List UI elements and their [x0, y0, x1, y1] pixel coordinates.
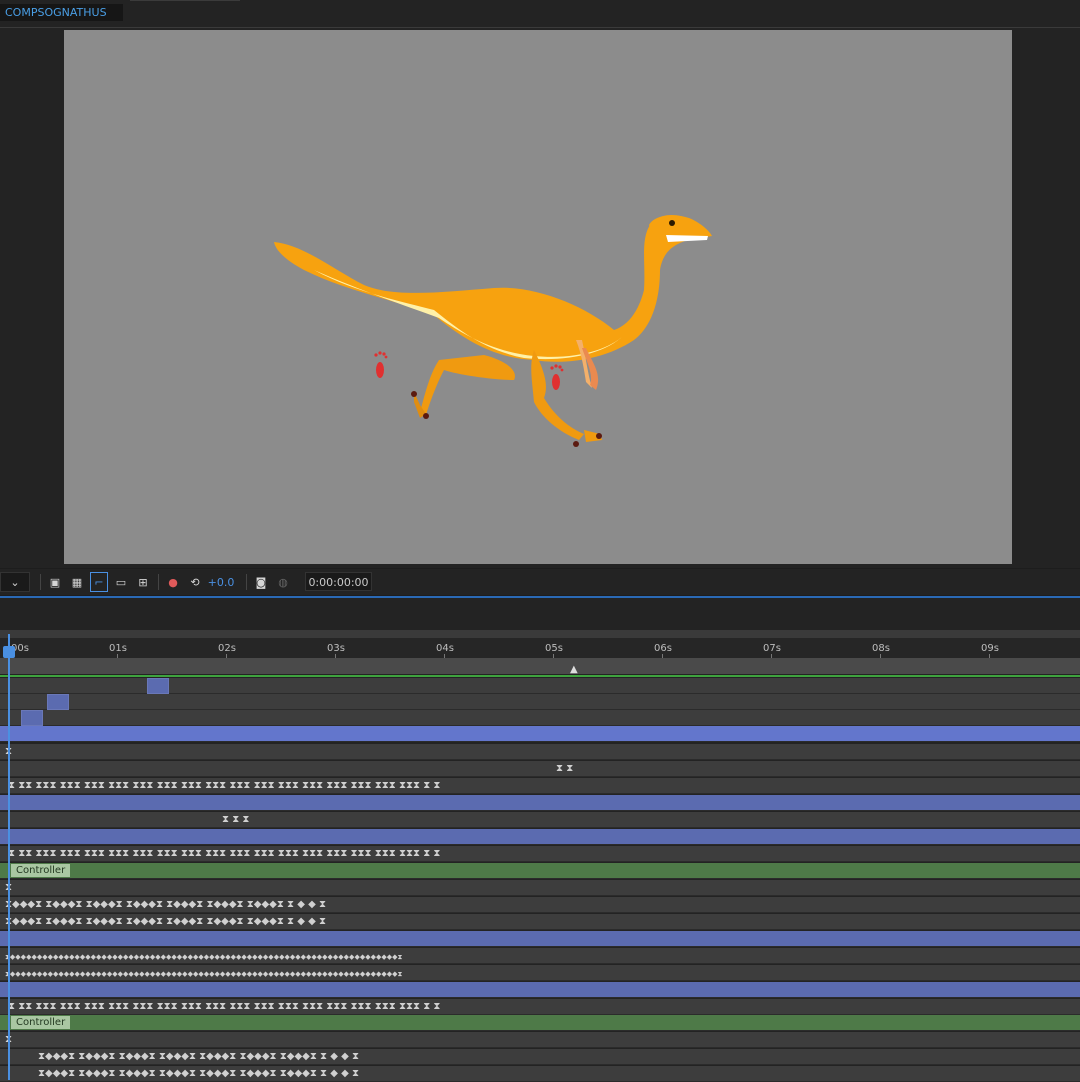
composition-tab-bar: COMPSOGNATHUS [0, 0, 1080, 28]
layer-track[interactable] [0, 710, 1080, 726]
dropdown-chevron-icon[interactable]: ⌄ [0, 572, 30, 592]
camera-snapshot-icon[interactable]: ◙ [252, 572, 270, 592]
layer-track[interactable]: ⧗ ⧗ ⧗ [0, 812, 1080, 828]
ruler-tick: 04s [436, 643, 454, 654]
layer-track[interactable]: ⧗◆◆◆◆◆◆◆◆◆◆◆◆◆◆◆◆◆◆◆◆◆◆◆◆◆◆◆◆◆◆◆◆◆◆◆◆◆◆◆… [0, 948, 1080, 964]
layer-track[interactable]: ⧗◆◆◆⧗ ⧗◆◆◆⧗ ⧗◆◆◆⧗ ⧗◆◆◆⧗ ⧗◆◆◆⧗ ⧗◆◆◆⧗ ⧗◆◆◆… [0, 914, 1080, 930]
transparency-grid-icon[interactable]: ▦ [68, 572, 86, 592]
toolbar-divider [40, 574, 41, 590]
keyframe-group[interactable]: ⧗ ⧗ [556, 764, 573, 774]
keyframe-group[interactable]: ⧗◆◆◆⧗ ⧗◆◆◆⧗ ⧗◆◆◆⧗ ⧗◆◆◆⧗ ⧗◆◆◆⧗ ⧗◆◆◆⧗ ⧗◆◆◆… [5, 900, 326, 910]
snapshot-preview-icon[interactable]: ▣ [46, 572, 64, 592]
layer-track[interactable] [0, 829, 1080, 845]
toolbar-divider [158, 574, 159, 590]
ruler-tick: 08s [872, 643, 890, 654]
grid-guides-icon[interactable]: ⊞ [134, 572, 152, 592]
ruler-tick: 09s [981, 643, 999, 654]
layer-bar[interactable] [147, 678, 169, 694]
tab-divider [130, 0, 240, 1]
footprint-right [550, 364, 564, 390]
composition-tab[interactable]: COMPSOGNATHUS [0, 4, 123, 21]
safe-margins-icon[interactable]: ▭ [112, 572, 130, 592]
keyframe-group[interactable]: ⧗◆◆◆⧗ ⧗◆◆◆⧗ ⧗◆◆◆⧗ ⧗◆◆◆⧗ ⧗◆◆◆⧗ ⧗◆◆◆⧗ ⧗◆◆◆… [38, 1052, 359, 1062]
ruler-tick: 02s [218, 643, 236, 654]
keyframe-group[interactable]: ⧗ ⧗⧗ ⧗⧗⧗ ⧗⧗⧗ ⧗⧗⧗ ⧗⧗⧗ ⧗⧗⧗ ⧗⧗⧗ ⧗⧗⧗ ⧗⧗⧗ ⧗⧗⧗… [8, 781, 440, 791]
timeline-panel: 00s 01s 02s 03s 04s 05s 06s 07s 08s 09s … [0, 598, 1080, 1082]
work-area-bar[interactable]: ▲ [0, 658, 1080, 675]
reset-exposure-icon[interactable]: ⟲ [186, 572, 204, 592]
layer-track[interactable]: ⧗◆◆◆⧗ ⧗◆◆◆⧗ ⧗◆◆◆⧗ ⧗◆◆◆⧗ ⧗◆◆◆⧗ ⧗◆◆◆⧗ ⧗◆◆◆… [0, 897, 1080, 913]
layer-track[interactable] [0, 678, 1080, 694]
time-navigator[interactable] [0, 630, 1080, 638]
marker-icon[interactable]: ▲ [570, 664, 578, 675]
exposure-value[interactable]: +0.0 [206, 572, 236, 592]
controller-layer-track[interactable]: Controller [0, 1015, 1080, 1031]
time-ruler[interactable]: 00s 01s 02s 03s 04s 05s 06s 07s 08s 09s [0, 638, 1080, 658]
keyframe-group[interactable]: ⧗◆◆◆⧗ ⧗◆◆◆⧗ ⧗◆◆◆⧗ ⧗◆◆◆⧗ ⧗◆◆◆⧗ ⧗◆◆◆⧗ ⧗◆◆◆… [5, 917, 326, 927]
layer-track[interactable] [0, 726, 1080, 742]
layer-track[interactable] [0, 694, 1080, 710]
playhead-handle[interactable] [3, 646, 15, 658]
layer-track[interactable] [0, 795, 1080, 811]
layer-track[interactable]: ⧗ ⧗⧗ ⧗⧗⧗ ⧗⧗⧗ ⧗⧗⧗ ⧗⧗⧗ ⧗⧗⧗ ⧗⧗⧗ ⧗⧗⧗ ⧗⧗⧗ ⧗⧗⧗… [0, 846, 1080, 862]
layer-bar[interactable] [47, 694, 69, 710]
show-snapshot-icon[interactable]: ◍ [274, 572, 292, 592]
layer-track[interactable] [0, 931, 1080, 947]
controller-layer-track[interactable]: Controller [0, 863, 1080, 879]
composition-viewer [0, 28, 1080, 568]
footprint-left [374, 351, 388, 378]
mask-path-icon[interactable]: ⌐ [90, 572, 108, 592]
work-area-line [0, 675, 1080, 677]
layer-bar[interactable] [21, 710, 43, 726]
keyframe-group[interactable]: ⧗ ⧗ ⧗ [222, 815, 249, 825]
layer-track[interactable]: ⧗ ⧗⧗ ⧗⧗⧗ ⧗⧗⧗ ⧗⧗⧗ ⧗⧗⧗ ⧗⧗⧗ ⧗⧗⧗ ⧗⧗⧗ ⧗⧗⧗ ⧗⧗⧗… [0, 778, 1080, 794]
keyframe-group[interactable]: ⧗ ⧗⧗ ⧗⧗⧗ ⧗⧗⧗ ⧗⧗⧗ ⧗⧗⧗ ⧗⧗⧗ ⧗⧗⧗ ⧗⧗⧗ ⧗⧗⧗ ⧗⧗⧗… [8, 1002, 440, 1012]
ruler-tick: 07s [763, 643, 781, 654]
layer-track[interactable]: ⧗ ⧗ [0, 761, 1080, 777]
ruler-tick: 06s [654, 643, 672, 654]
viewer-toolbar: ⌄ ▣ ▦ ⌐ ▭ ⊞ ● ⟲ +0.0 ◙ ◍ 0:00:00:00 [0, 569, 1080, 595]
layer-track[interactable]: ⧗ [0, 1032, 1080, 1048]
keyframe-group[interactable]: ⧗ ⧗⧗ ⧗⧗⧗ ⧗⧗⧗ ⧗⧗⧗ ⧗⧗⧗ ⧗⧗⧗ ⧗⧗⧗ ⧗⧗⧗ ⧗⧗⧗ ⧗⧗⧗… [8, 849, 440, 859]
layer-track[interactable]: ⧗ ⧗⧗ ⧗⧗⧗ ⧗⧗⧗ ⧗⧗⧗ ⧗⧗⧗ ⧗⧗⧗ ⧗⧗⧗ ⧗⧗⧗ ⧗⧗⧗ ⧗⧗⧗… [0, 999, 1080, 1015]
layer-label: Controller [11, 864, 71, 877]
current-time-display[interactable]: 0:00:00:00 [305, 572, 372, 591]
layer-track[interactable] [0, 982, 1080, 998]
keyframe-group[interactable]: ⧗◆◆◆◆◆◆◆◆◆◆◆◆◆◆◆◆◆◆◆◆◆◆◆◆◆◆◆◆◆◆◆◆◆◆◆◆◆◆◆… [5, 969, 402, 979]
layer-track[interactable]: ⧗ [0, 744, 1080, 760]
playhead[interactable] [8, 634, 10, 1080]
layer-track[interactable]: ⧗◆◆◆⧗ ⧗◆◆◆⧗ ⧗◆◆◆⧗ ⧗◆◆◆⧗ ⧗◆◆◆⧗ ⧗◆◆◆⧗ ⧗◆◆◆… [0, 1049, 1080, 1065]
keyframe-group[interactable]: ⧗◆◆◆◆◆◆◆◆◆◆◆◆◆◆◆◆◆◆◆◆◆◆◆◆◆◆◆◆◆◆◆◆◆◆◆◆◆◆◆… [5, 952, 402, 962]
layer-track[interactable]: ⧗ [0, 880, 1080, 896]
ruler-tick: 03s [327, 643, 345, 654]
ruler-tick: 05s [545, 643, 563, 654]
composition-canvas[interactable] [64, 30, 1012, 564]
ruler-tick: 01s [109, 643, 127, 654]
dinosaur-artwork [274, 215, 712, 447]
toolbar-divider [246, 574, 247, 590]
layer-label: Controller [11, 1016, 71, 1029]
layer-track[interactable]: ⧗◆◆◆◆◆◆◆◆◆◆◆◆◆◆◆◆◆◆◆◆◆◆◆◆◆◆◆◆◆◆◆◆◆◆◆◆◆◆◆… [0, 965, 1080, 981]
keyframe-group[interactable]: ⧗◆◆◆⧗ ⧗◆◆◆⧗ ⧗◆◆◆⧗ ⧗◆◆◆⧗ ⧗◆◆◆⧗ ⧗◆◆◆⧗ ⧗◆◆◆… [38, 1069, 359, 1079]
color-channels-icon[interactable]: ● [164, 572, 182, 592]
